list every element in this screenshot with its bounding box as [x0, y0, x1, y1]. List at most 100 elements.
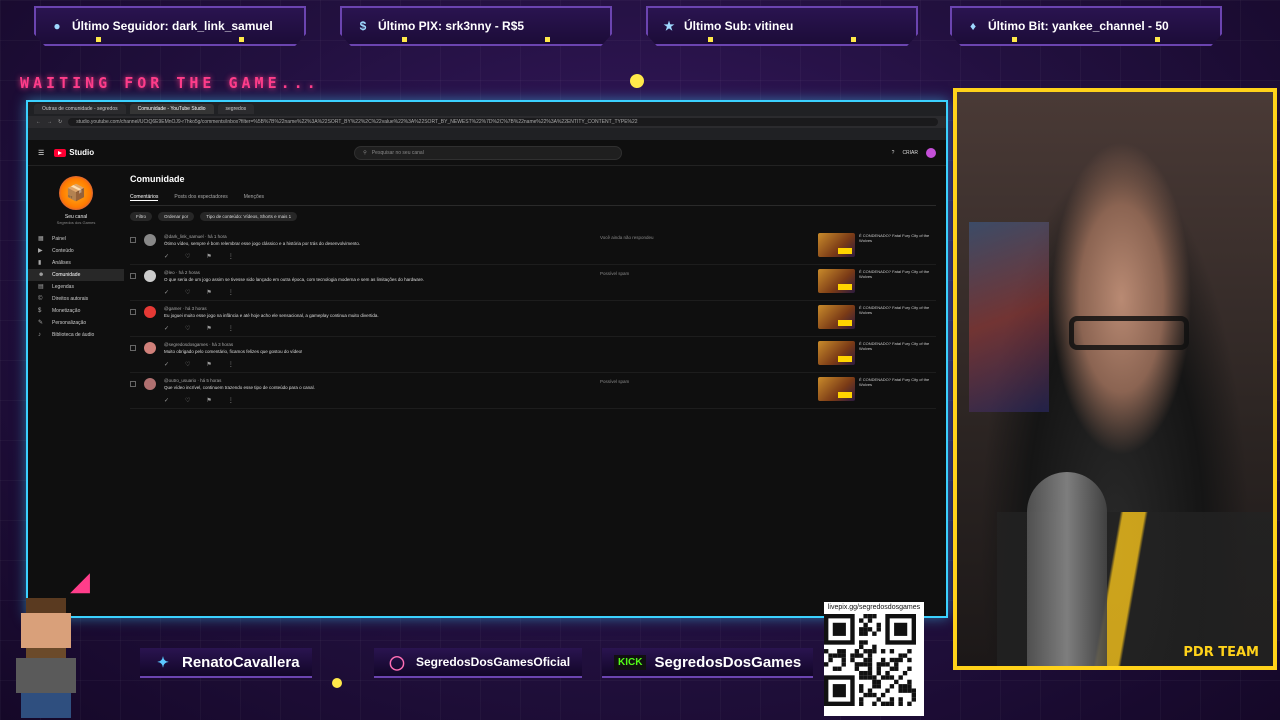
- comment-checkbox[interactable]: [130, 345, 136, 351]
- video-thumbnail: [818, 269, 855, 293]
- browser-tab[interactable]: Outras de comunidade - segredos: [34, 104, 126, 114]
- url-input[interactable]: studio.youtube.com/channel/UCtQ6E9EMnOJ9…: [68, 118, 938, 126]
- qr-code: [824, 614, 916, 706]
- sidebar-item-biblioteca-de-udio[interactable]: ♪ Biblioteca de áudio: [28, 329, 124, 341]
- latest-bit-bar: ♦ Último Bit: yankee_channel - 50: [950, 6, 1222, 46]
- social-kick[interactable]: KICK SegredosDosGames: [602, 648, 814, 678]
- back-icon[interactable]: ←: [36, 119, 41, 125]
- studio-search-box[interactable]: ⚲ Pesquisar no seu canal: [354, 145, 623, 160]
- pin-icon[interactable]: ⚑: [206, 325, 211, 332]
- commenter-avatar[interactable]: [144, 378, 156, 390]
- sidebar-item-legendas[interactable]: ▤ Legendas: [28, 281, 124, 293]
- latest-bit-label: Último Bit: yankee_channel - 50: [988, 19, 1169, 33]
- comment-row: @outro_usuario · há 5 horas Que vídeo in…: [130, 373, 936, 409]
- more-icon[interactable]: ⋮: [228, 397, 234, 404]
- comment-author[interactable]: @dark_link_samuel · há 1 hora: [164, 234, 624, 239]
- comments-main: Comunidade Comentários Posts dos especta…: [124, 166, 946, 616]
- pin-icon[interactable]: ⚑: [206, 253, 211, 260]
- menu-icon[interactable]: ☰: [38, 149, 44, 157]
- background-poster: [969, 222, 1049, 412]
- video-title: É CONDENADO? Fatal Fury City of the Wolv…: [859, 377, 930, 387]
- check-icon[interactable]: ✓: [164, 289, 169, 296]
- tab-viewer-posts[interactable]: Posts dos espectadores: [174, 194, 227, 201]
- comment-checkbox[interactable]: [130, 381, 136, 387]
- tab-comments[interactable]: Comentários: [130, 194, 159, 201]
- video-title: É CONDENADO? Fatal Fury City of the Wolv…: [859, 341, 930, 351]
- community-icon: ☻: [38, 272, 45, 278]
- kick-icon: KICK: [614, 654, 647, 670]
- sidebar-item-an-lises[interactable]: ▮ Análises: [28, 257, 124, 269]
- commenter-avatar[interactable]: [144, 342, 156, 354]
- channel-avatar[interactable]: 📦: [59, 176, 93, 210]
- video-reference[interactable]: É CONDENADO? Fatal Fury City of the Wolv…: [818, 341, 930, 365]
- content-type-chip[interactable]: Tipo de conteúdo: Vídeos, Shorts e mais …: [200, 212, 298, 221]
- comment-author[interactable]: @leo · há 2 horas: [164, 270, 624, 275]
- sidebar-item-painel[interactable]: ▦ Painel: [28, 233, 124, 245]
- studio-header: ☰ Studio ⚲ Pesquisar no seu canal ? CRIA…: [28, 140, 946, 166]
- sidebar-item-comunidade[interactable]: ☻ Comunidade: [28, 269, 124, 281]
- comment-checkbox[interactable]: [130, 273, 136, 279]
- comment-author[interactable]: @gamer · há 3 horas: [164, 306, 624, 311]
- sidebar-item-direitos-autorais[interactable]: © Direitos autorais: [28, 293, 124, 305]
- comment-actions: ✓ ♡ ⚑ ⋮: [164, 289, 624, 296]
- check-icon[interactable]: ✓: [164, 325, 169, 332]
- content-icon: ▶: [38, 248, 43, 254]
- heart-icon[interactable]: ♡: [185, 253, 190, 260]
- video-thumbnail: [818, 233, 855, 257]
- browser-tab[interactable]: segredos: [217, 104, 255, 114]
- help-icon[interactable]: ?: [892, 150, 895, 156]
- pin-icon[interactable]: ⚑: [206, 361, 211, 368]
- comment-body: @leo · há 2 horas O que seria de um jogo…: [164, 270, 624, 296]
- latest-sub-label: Último Sub: vitineu: [684, 19, 794, 33]
- comment-text: Eu joguei muito esse jogo na infância e …: [164, 313, 379, 318]
- check-icon[interactable]: ✓: [164, 253, 169, 260]
- more-icon[interactable]: ⋮: [228, 253, 234, 260]
- more-icon[interactable]: ⋮: [228, 325, 234, 332]
- sort-chip[interactable]: Ordenar por: [158, 212, 195, 221]
- channel-subtitle: Segredos dos Games: [56, 220, 96, 225]
- check-icon[interactable]: ✓: [164, 361, 169, 368]
- more-icon[interactable]: ⋮: [228, 361, 234, 368]
- tab-mentions[interactable]: Menções: [244, 194, 264, 201]
- account-avatar[interactable]: [926, 147, 936, 158]
- studio-logo[interactable]: Studio: [54, 148, 94, 157]
- more-icon[interactable]: ⋮: [228, 289, 234, 296]
- heart-icon[interactable]: ♡: [185, 361, 190, 368]
- sidebar-item-conte-do[interactable]: ▶ Conteúdo: [28, 245, 124, 257]
- pin-icon[interactable]: ⚑: [206, 289, 211, 296]
- comment-checkbox[interactable]: [130, 309, 136, 315]
- social-instagram[interactable]: ◯ SegredosDosGamesOficial: [374, 648, 583, 678]
- sidebar-item-monetiza-o[interactable]: $ Monetização: [28, 305, 124, 317]
- copyright-icon: ©: [38, 296, 43, 302]
- heart-icon[interactable]: ♡: [185, 397, 190, 404]
- check-icon[interactable]: ✓: [164, 397, 169, 404]
- video-reference[interactable]: É CONDENADO? Fatal Fury City of the Wolv…: [818, 233, 930, 257]
- comment-body: @gamer · há 3 horas Eu joguei muito esse…: [164, 306, 624, 332]
- decor-orb: [332, 678, 342, 688]
- forward-icon[interactable]: →: [47, 119, 52, 125]
- twitter-icon: ✦: [157, 653, 169, 670]
- heart-icon[interactable]: ♡: [185, 289, 190, 296]
- commenter-avatar[interactable]: [144, 270, 156, 282]
- commenter-avatar[interactable]: [144, 234, 156, 246]
- browser-tab[interactable]: Comunidade - YouTube Studio: [129, 104, 214, 114]
- video-reference[interactable]: É CONDENADO? Fatal Fury City of the Wolv…: [818, 269, 930, 293]
- create-button[interactable]: CRIAR: [902, 150, 918, 156]
- video-reference[interactable]: É CONDENADO? Fatal Fury City of the Wolv…: [818, 305, 930, 329]
- video-reference[interactable]: É CONDENADO? Fatal Fury City of the Wolv…: [818, 377, 930, 401]
- comment-author[interactable]: @segredosdosgames · há 3 horas: [164, 342, 624, 347]
- reload-icon[interactable]: ↻: [58, 119, 62, 125]
- comment-author[interactable]: @outro_usuario · há 5 horas: [164, 378, 624, 383]
- heart-icon[interactable]: ♡: [185, 325, 190, 332]
- sidebar-item-label: Análises: [52, 260, 71, 266]
- comment-checkbox[interactable]: [130, 237, 136, 243]
- commenter-avatar[interactable]: [144, 306, 156, 318]
- studio-sidebar: 📦 Seu canal Segredos dos Games ▦ Painel ▶ C…: [28, 166, 124, 616]
- social-twitter[interactable]: ✦ RenatoCavallera: [140, 648, 312, 678]
- sidebar-item-personaliza-o[interactable]: ✎ Personalização: [28, 317, 124, 329]
- filter-chip[interactable]: Filtro: [130, 212, 152, 221]
- instagram-handle: SegredosDosGamesOficial: [416, 655, 571, 669]
- comment-actions: ✓ ♡ ⚑ ⋮: [164, 397, 624, 404]
- video-title: É CONDENADO? Fatal Fury City of the Wolv…: [859, 233, 930, 243]
- pin-icon[interactable]: ⚑: [206, 397, 211, 404]
